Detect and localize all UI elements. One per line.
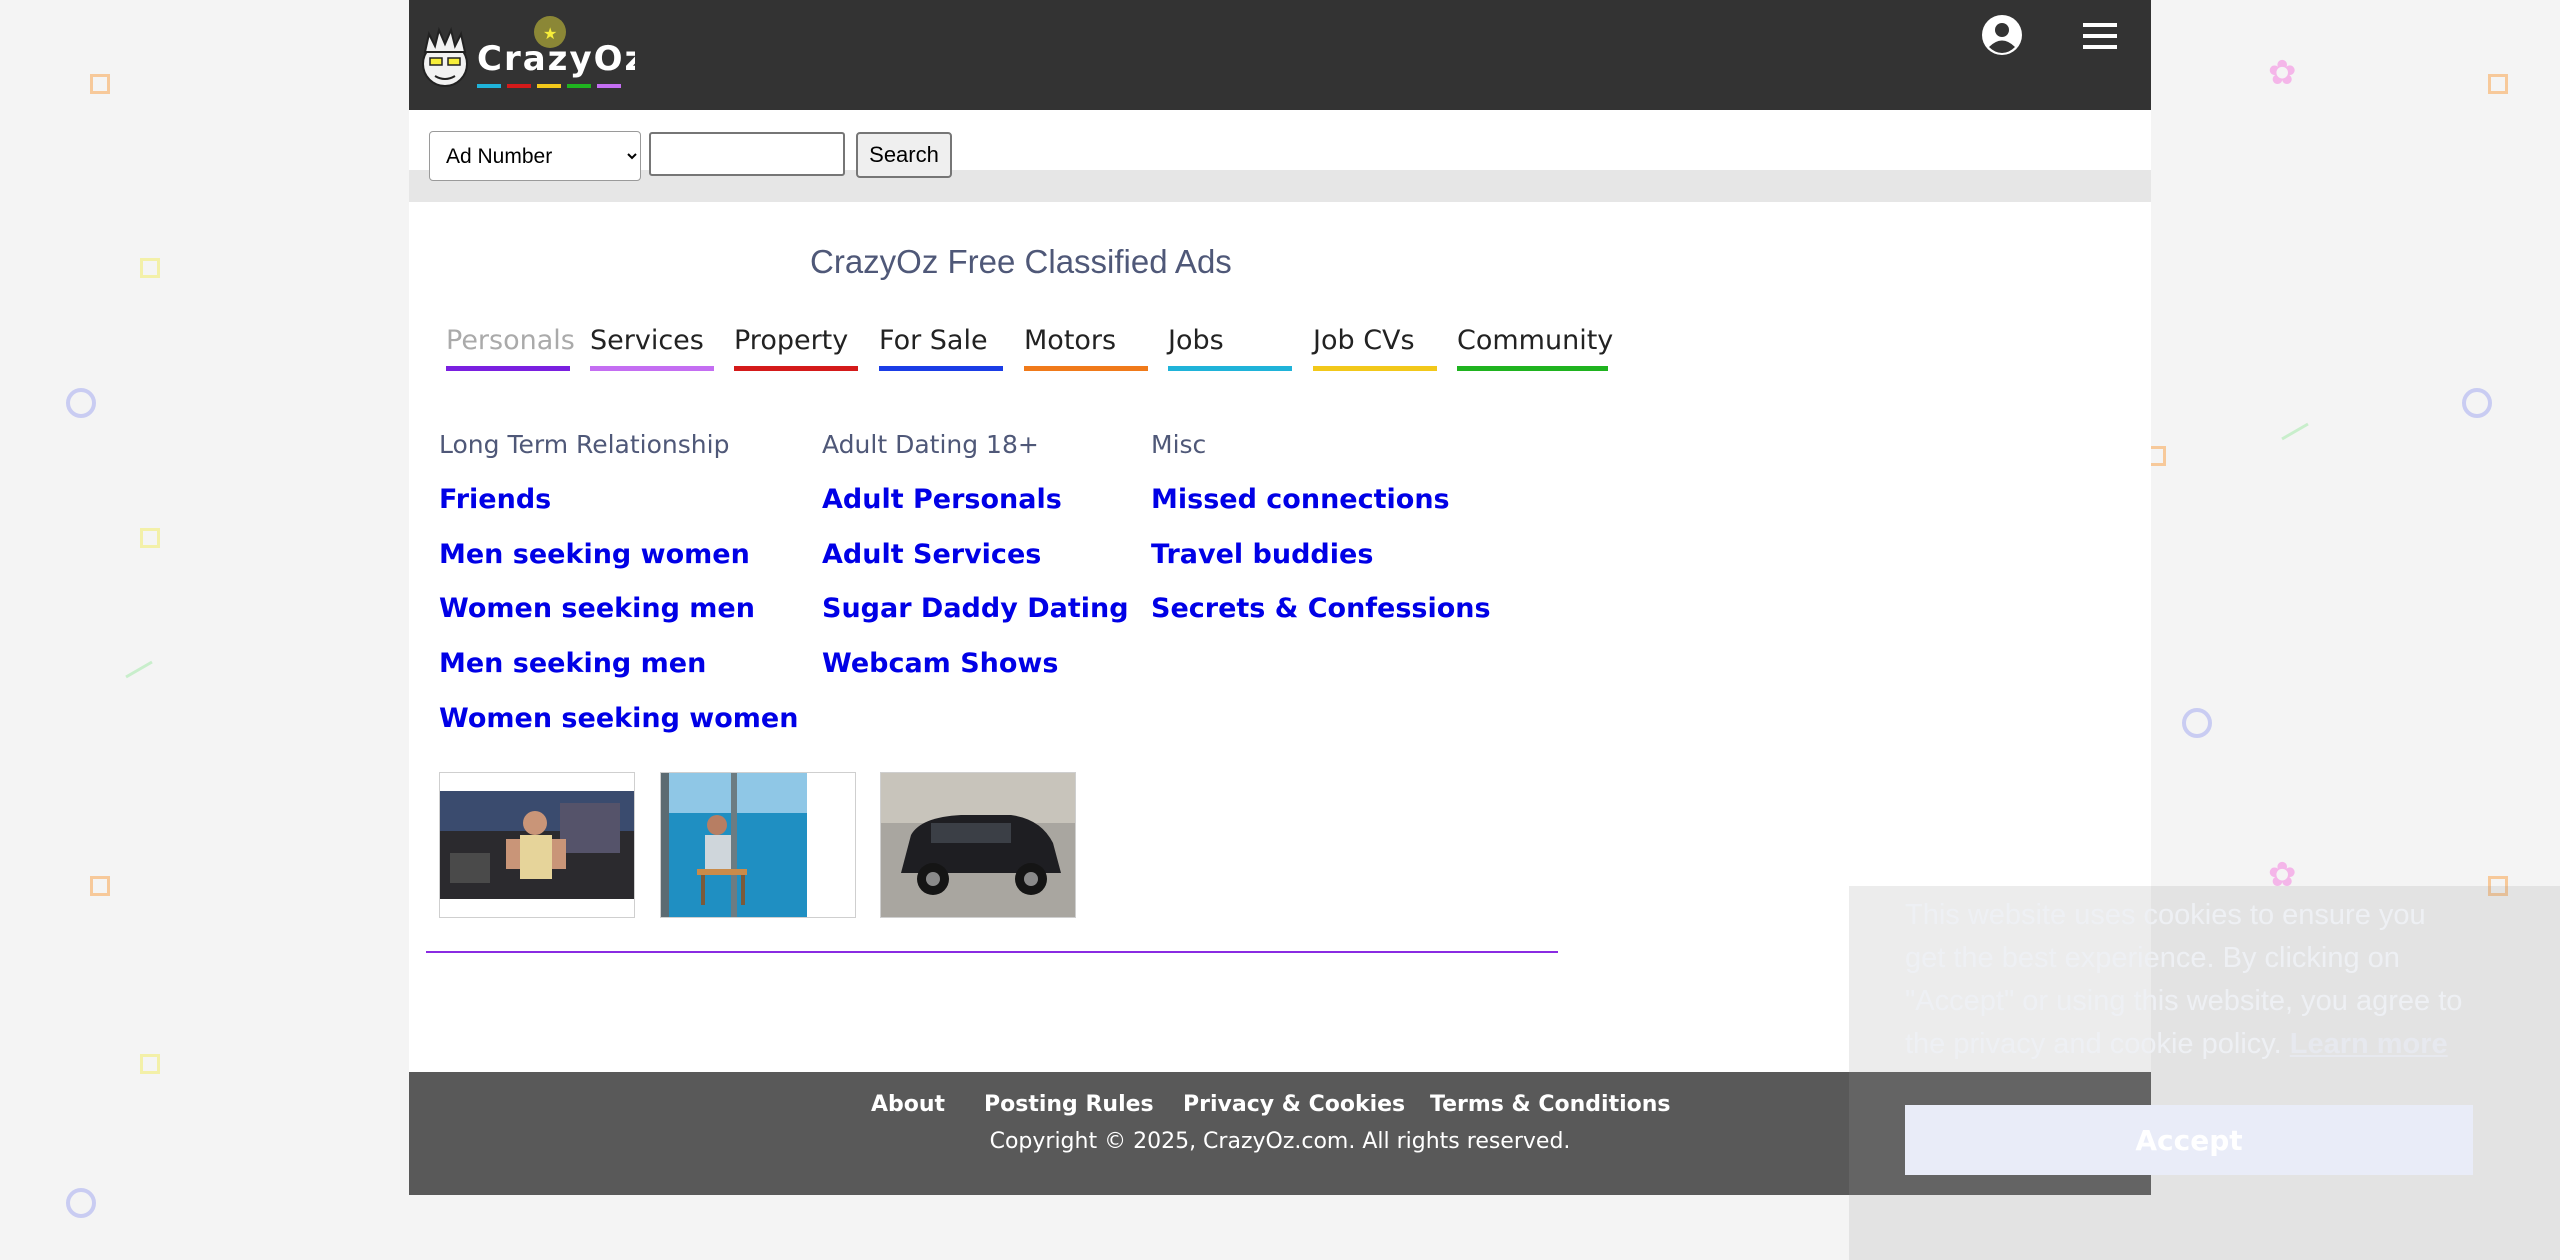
- decor-dash: [125, 660, 153, 679]
- link-men-seeking-women[interactable]: Men seeking women: [439, 539, 750, 570]
- decor-hexagon: [66, 388, 96, 418]
- column-heading-misc: Misc: [1151, 430, 1207, 459]
- tab-job-cvs[interactable]: Job CVs: [1313, 325, 1437, 371]
- tab-property[interactable]: Property: [734, 325, 858, 371]
- link-missed-connections[interactable]: Missed connections: [1151, 484, 1450, 515]
- decor-hexagon: [2462, 388, 2492, 418]
- logo-text: CrazyOz: [477, 39, 635, 79]
- link-adult-personals[interactable]: Adult Personals: [822, 484, 1062, 515]
- decor-square: [90, 876, 110, 896]
- tab-personals[interactable]: Personals: [446, 325, 575, 371]
- search-type-select[interactable]: Ad Number: [429, 131, 641, 181]
- decor-square: [140, 528, 160, 548]
- content-divider: [426, 951, 1558, 953]
- link-men-seeking-men[interactable]: Men seeking men: [439, 648, 706, 679]
- footer-link-privacy-cookies[interactable]: Privacy & Cookies: [1183, 1092, 1405, 1117]
- gym-photo: [440, 773, 634, 917]
- footer-link-about[interactable]: About: [871, 1092, 945, 1117]
- decor-star: ✿: [2268, 53, 2297, 93]
- cookie-consent-banner: This website uses cookies to ensure you …: [1849, 886, 2560, 1260]
- column-heading-long-term: Long Term Relationship: [439, 430, 730, 459]
- search-input[interactable]: [649, 132, 845, 176]
- link-sugar-daddy-dating[interactable]: Sugar Daddy Dating: [822, 593, 1129, 624]
- tab-services[interactable]: Services: [590, 325, 714, 371]
- link-webcam-shows[interactable]: Webcam Shows: [822, 648, 1058, 679]
- car-photo: [881, 773, 1075, 917]
- tab-community[interactable]: Community: [1457, 325, 1613, 371]
- link-women-seeking-men[interactable]: Women seeking men: [439, 593, 755, 624]
- decor-hexagon: [2182, 708, 2212, 738]
- ad-thumbnail-gym[interactable]: [439, 772, 635, 918]
- cookie-accept-button[interactable]: Accept: [1905, 1105, 2473, 1175]
- balcony-photo: [661, 773, 855, 917]
- cookie-learn-more-link[interactable]: Learn more: [2290, 1028, 2448, 1060]
- search-button[interactable]: Search: [856, 132, 952, 178]
- decor-square: [90, 74, 110, 94]
- decor-square: [140, 258, 160, 278]
- link-adult-services[interactable]: Adult Services: [822, 539, 1041, 570]
- tab-for-sale[interactable]: For Sale: [879, 325, 1003, 371]
- page-title: CrazyOz Free Classified Ads: [810, 243, 1232, 280]
- tab-motors[interactable]: Motors: [1024, 325, 1148, 371]
- cookie-message: This website uses cookies to ensure you …: [1905, 894, 2465, 1066]
- ad-thumbnail-car[interactable]: [880, 772, 1076, 918]
- footer-link-posting-rules[interactable]: Posting Rules: [984, 1092, 1154, 1117]
- hamburger-menu-icon[interactable]: [2081, 20, 2119, 52]
- decor-hexagon: [66, 1188, 96, 1218]
- link-women-seeking-women[interactable]: Women seeking women: [439, 703, 798, 734]
- decor-square: [2488, 74, 2508, 94]
- account-circle-icon[interactable]: [1981, 14, 2023, 56]
- footer-link-terms-conditions[interactable]: Terms & Conditions: [1430, 1092, 1671, 1117]
- link-secrets-confessions[interactable]: Secrets & Confessions: [1151, 593, 1491, 624]
- crazyoz-logo[interactable]: ★ CrazyOz: [415, 12, 635, 102]
- ad-thumbnail-balcony[interactable]: [660, 772, 856, 918]
- decor-dash: [2281, 422, 2309, 441]
- link-travel-buddies[interactable]: Travel buddies: [1151, 539, 1373, 570]
- link-friends[interactable]: Friends: [439, 484, 551, 515]
- decor-square: [140, 1054, 160, 1074]
- column-heading-adult-dating: Adult Dating 18+: [822, 430, 1039, 459]
- tab-jobs[interactable]: Jobs: [1168, 325, 1292, 371]
- site-header: ★ CrazyOz: [409, 0, 2151, 110]
